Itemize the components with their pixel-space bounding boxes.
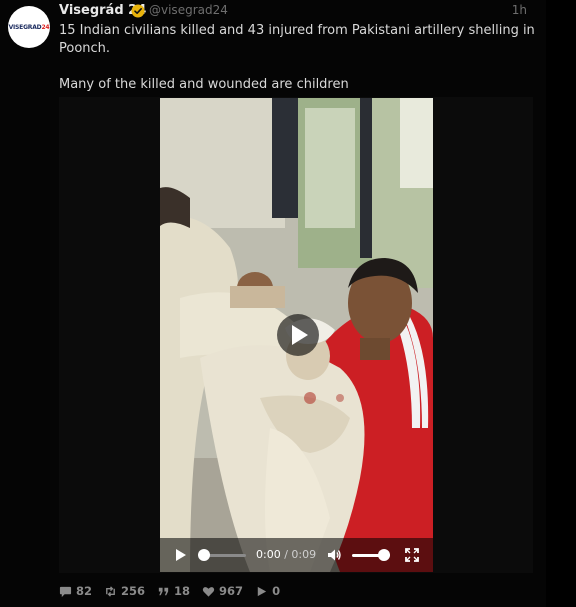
quote-count: 18: [174, 584, 191, 598]
video-time: 0:00 / 0:09: [256, 548, 316, 561]
video-frame-image: [160, 98, 433, 572]
play-icon[interactable]: [172, 547, 188, 563]
seek-bar[interactable]: [204, 554, 246, 557]
retweet-count: 256: [121, 584, 146, 598]
tweet-text-line: 15 Indian civilians killed and 43 injure…: [59, 23, 535, 56]
reply-count: 82: [76, 584, 93, 598]
verified-badge-icon: [131, 4, 145, 18]
tweet-header: Visegrád 24 @visegrad24 1h: [59, 3, 537, 19]
retweet-button[interactable]: 256: [104, 584, 145, 598]
tweet-time[interactable]: 1h: [512, 3, 527, 17]
heart-icon: [202, 586, 215, 597]
like-button[interactable]: 967: [202, 584, 243, 598]
like-count: 967: [219, 584, 244, 598]
avatar-logo: VISEGRAD24: [8, 23, 50, 31]
tweet-text-line: Many of the killed and wounded are child…: [59, 77, 349, 92]
right-gutter: [546, 0, 576, 607]
views-count: 0: [272, 584, 281, 598]
tweet-card: VISEGRAD24 Visegrád 24 @visegrad24 1h 15…: [0, 0, 546, 607]
video-duration: 0:09: [291, 548, 317, 561]
volume-icon[interactable]: [326, 547, 342, 563]
volume-handle[interactable]: [378, 549, 391, 561]
tweet-stats: 82 256 18 967 0: [59, 582, 292, 600]
reply-button[interactable]: 82: [59, 584, 92, 598]
media-container: 0:00 / 0:09: [59, 97, 533, 573]
quote-icon: [158, 587, 169, 595]
retweet-icon: [106, 585, 115, 597]
tweet-text: 15 Indian civilians killed and 43 injure…: [59, 22, 537, 94]
quote-button[interactable]: 18: [157, 584, 190, 598]
seek-handle[interactable]: [198, 549, 210, 561]
avatar[interactable]: VISEGRAD24: [8, 6, 50, 48]
video-player[interactable]: [160, 98, 433, 572]
video-controls: 0:00 / 0:09: [160, 538, 433, 572]
reply-icon: [59, 586, 72, 597]
current-time: 0:00: [256, 548, 281, 561]
author-handle[interactable]: @visegrad24: [149, 3, 228, 17]
views-button[interactable]: 0: [255, 584, 280, 598]
play-views-icon: [257, 586, 267, 596]
fullscreen-icon[interactable]: [404, 547, 420, 563]
time-separator: /: [280, 548, 292, 561]
